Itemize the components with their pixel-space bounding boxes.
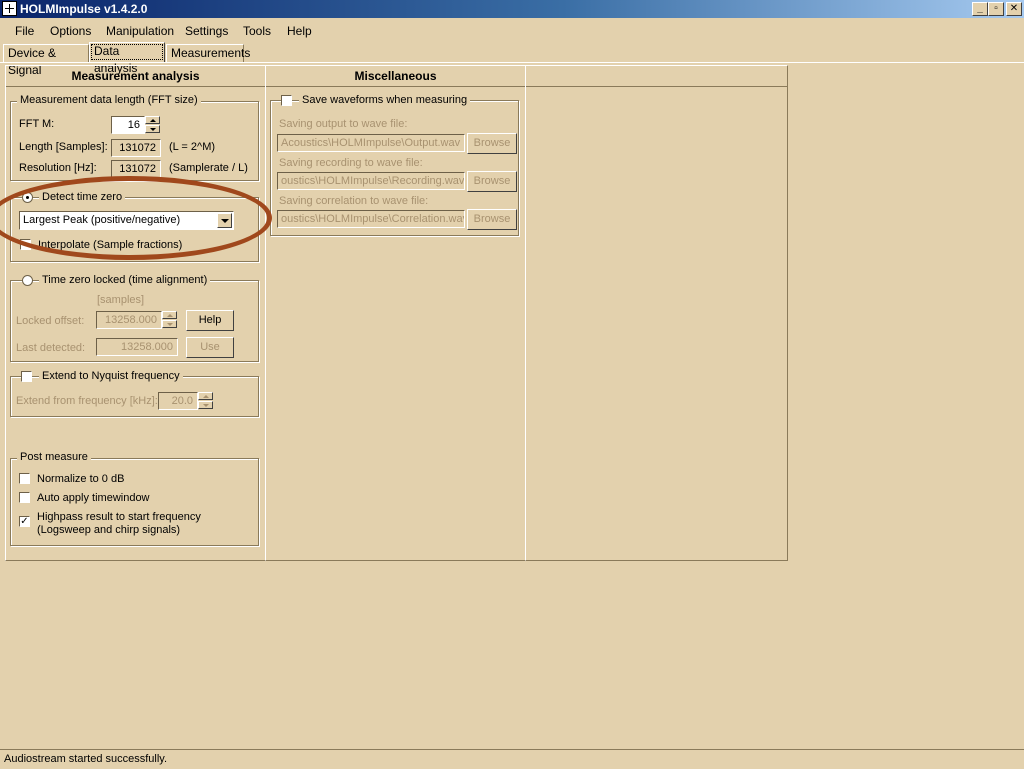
extend-nyquist-checkbox[interactable] [21, 371, 32, 382]
auto-timewindow-checkbox[interactable] [19, 492, 30, 503]
output-file-label: Saving output to wave file: [279, 118, 408, 130]
post-measure-title: Post measure [17, 451, 91, 463]
tab-data-analysis[interactable]: Data analysis [89, 42, 165, 75]
app-icon[interactable] [2, 1, 17, 16]
fft-group-title: Measurement data length (FFT size) [17, 94, 201, 106]
last-detected-value: 13258.000 [96, 338, 178, 356]
status-text: Audiostream started successfully. [4, 753, 168, 765]
highpass-label: Highpass result to start frequency [37, 511, 201, 523]
help-button[interactable]: Help [186, 310, 234, 331]
detect-method-select[interactable]: Largest Peak (positive/negative) [19, 211, 234, 230]
menu-manipulation[interactable]: Manipulation [106, 24, 174, 38]
last-detected-label: Last detected: [16, 342, 86, 354]
tab-device-signal[interactable]: Device & Signal [3, 44, 89, 77]
extend-from-input[interactable]: 20.0 [158, 392, 198, 410]
browse-output-button[interactable]: Browse [467, 133, 517, 154]
resolution-value: 131072 [111, 160, 161, 178]
length-value: 131072 [111, 139, 161, 157]
tab-divider [0, 62, 1024, 63]
chevron-down-icon[interactable] [217, 213, 232, 228]
use-button[interactable]: Use [186, 337, 234, 358]
extend-nyquist-label: Extend to Nyquist frequency [39, 370, 183, 382]
menu-file[interactable]: File [15, 24, 34, 38]
nyquist-group: Extend to Nyquist frequency Extend from … [10, 370, 259, 417]
resolution-label: Resolution [Hz]: [19, 162, 97, 174]
minimize-button[interactable]: _ [972, 2, 988, 16]
fft-m-input[interactable]: 16 [111, 116, 145, 134]
extend-from-label: Extend from frequency [kHz]: [16, 395, 158, 407]
waveform-group: Save waveforms when measuring Saving out… [270, 94, 519, 236]
close-button[interactable]: ✕ [1006, 2, 1022, 16]
measurement-analysis-title: Measurement analysis [6, 66, 265, 87]
browse-recording-button[interactable]: Browse [467, 171, 517, 192]
length-note: (L = 2^M) [169, 141, 216, 153]
menu-tools[interactable]: Tools [243, 24, 271, 38]
save-waveforms-label: Save waveforms when measuring [299, 94, 471, 106]
fft-m-label: FFT M: [19, 118, 55, 130]
tab-measurements[interactable]: Measurements [166, 44, 250, 62]
length-label: Length [Samples]: [19, 141, 108, 153]
window-title: HOLMImpulse v1.4.2.0 [20, 2, 148, 16]
locked-offset-spinner[interactable] [162, 311, 177, 329]
detect-time-zero-label[interactable]: Detect time zero [39, 191, 126, 203]
measurement-analysis-panel: Measurement analysis Measurement data le… [5, 65, 266, 561]
auto-timewindow-label: Auto apply timewindow [37, 492, 150, 504]
empty-panel-header [526, 66, 787, 87]
extend-from-spinner[interactable] [198, 392, 213, 410]
locked-offset-label: Locked offset: [16, 315, 85, 327]
correlation-file-input[interactable]: oustics\HOLMImpulse\Correlation.wav [277, 210, 465, 228]
output-file-input[interactable]: Acoustics\HOLMImpulse\Output.wav [277, 134, 465, 152]
interpolate-checkbox[interactable] [20, 239, 31, 250]
menu-options[interactable]: Options [50, 24, 91, 38]
menu-settings[interactable]: Settings [185, 24, 228, 38]
recording-file-label: Saving recording to wave file: [279, 157, 423, 169]
miscellaneous-panel: Miscellaneous Save waveforms when measur… [265, 65, 526, 561]
time-zero-locked-label[interactable]: Time zero locked (time alignment) [39, 274, 211, 286]
samples-unit-label: [samples] [97, 294, 145, 306]
highpass-checkbox[interactable]: ✓ [19, 516, 30, 527]
browse-correlation-button[interactable]: Browse [467, 209, 517, 230]
detect-group: Detect time zero Largest Peak (positive/… [10, 191, 259, 262]
maximize-button[interactable]: ▫ [988, 2, 1004, 16]
fft-group: Measurement data length (FFT size) FFT M… [10, 94, 259, 181]
time-zero-locked-radio[interactable] [22, 275, 33, 286]
menu-help[interactable]: Help [287, 24, 312, 38]
save-waveforms-checkbox[interactable] [281, 95, 292, 106]
interpolate-label: Interpolate (Sample fractions) [38, 239, 183, 251]
menu-bar: File Options Manipulation Settings Tools… [0, 19, 1024, 41]
miscellaneous-title: Miscellaneous [266, 66, 525, 87]
empty-panel [525, 65, 788, 561]
status-bar: Audiostream started successfully. [0, 749, 1024, 769]
title-bar: HOLMImpulse v1.4.2.0 _ ▫ ✕ [0, 0, 1024, 18]
normalize-label: Normalize to 0 dB [37, 473, 125, 485]
locked-offset-input[interactable]: 13258.000 [96, 311, 162, 329]
recording-file-input[interactable]: oustics\HOLMImpulse\Recording.wav [277, 172, 465, 190]
resolution-note: (Samplerate / L) [169, 162, 248, 174]
locked-group: Time zero locked (time alignment) [sampl… [10, 274, 259, 362]
fft-m-spinner[interactable] [145, 116, 160, 134]
highpass-sublabel: (Logsweep and chirp signals) [37, 524, 181, 536]
post-measure-group: Post measure Normalize to 0 dB Auto appl… [10, 451, 259, 546]
normalize-checkbox[interactable] [19, 473, 30, 484]
detect-method-value: Largest Peak (positive/negative) [23, 214, 181, 226]
detect-time-zero-radio[interactable] [22, 192, 33, 203]
correlation-file-label: Saving correlation to wave file: [279, 195, 429, 207]
